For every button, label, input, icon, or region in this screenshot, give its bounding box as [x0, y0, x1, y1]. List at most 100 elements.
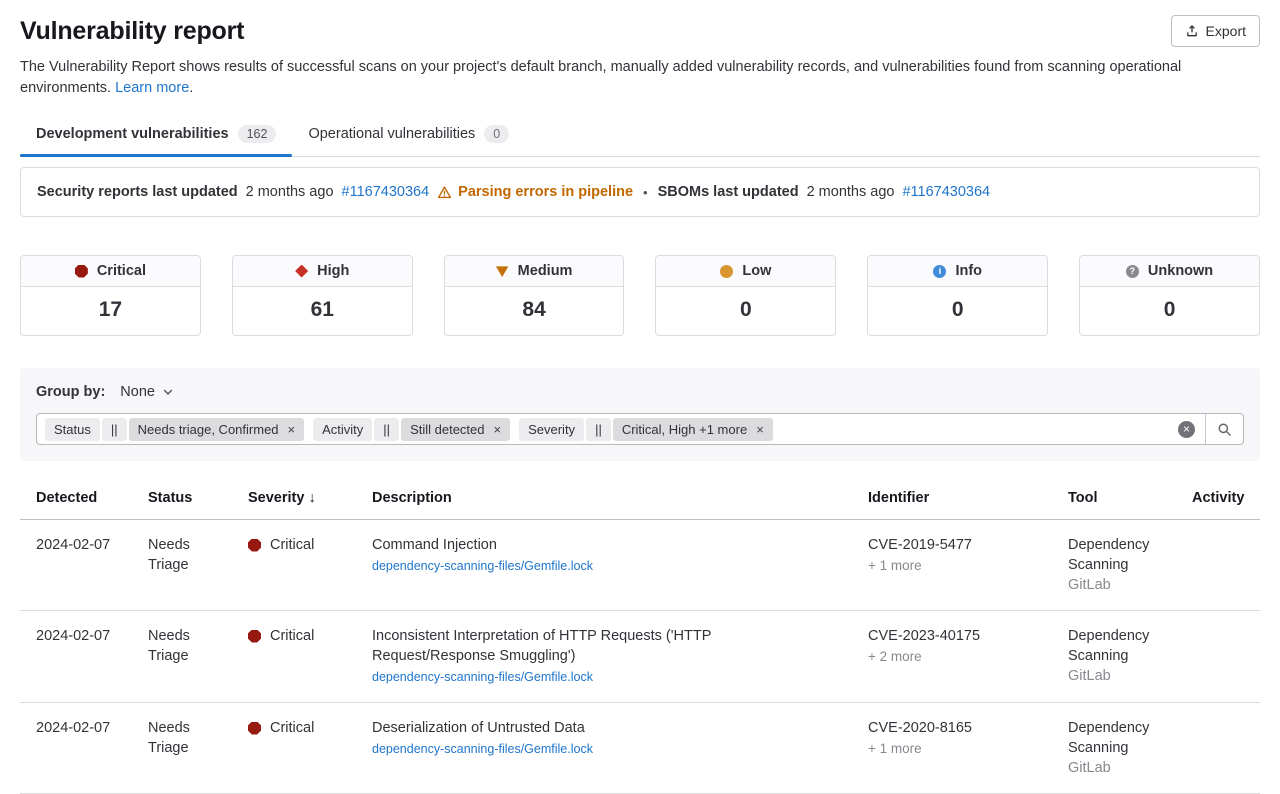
- column-header-detected[interactable]: Detected: [20, 477, 132, 520]
- tab-label: Operational vulnerabilities: [308, 126, 475, 142]
- warning-icon: [437, 185, 452, 200]
- table-header-row: Detected Status Severity↓ Description Id…: [20, 477, 1260, 520]
- tab-label: Development vulnerabilities: [36, 126, 229, 142]
- page-description: The Vulnerability Report shows results o…: [20, 57, 1250, 99]
- token-remove-icon[interactable]: ×: [288, 423, 296, 436]
- detected-cell: 2024-02-07: [20, 703, 132, 794]
- description-cell: Command Injection dependency-scanning-fi…: [356, 520, 852, 611]
- tab-bar: Development vulnerabilities 162 Operatio…: [20, 112, 1260, 157]
- vulnerability-title[interactable]: Deserialization of Untrusted Data: [372, 720, 585, 736]
- status-cell: Needs Triage: [132, 520, 232, 611]
- severity-card-label: Low: [742, 263, 771, 279]
- token-remove-icon[interactable]: ×: [494, 423, 502, 436]
- bullet-separator: •: [641, 185, 650, 200]
- vulnerability-title[interactable]: Inconsistent Interpretation of HTTP Requ…: [372, 628, 711, 664]
- token-remove-icon[interactable]: ×: [756, 423, 764, 436]
- identifier-cell: CVE-2019-5477 + 1 more: [852, 520, 1052, 611]
- severity-card-value: 0: [868, 287, 1047, 335]
- learn-more-link[interactable]: Learn more: [115, 80, 189, 96]
- identifier-more: + 1 more: [868, 739, 1036, 759]
- tab-development-vulnerabilities[interactable]: Development vulnerabilities 162: [20, 112, 292, 156]
- filter-token-severity[interactable]: Severity || Critical, High +1 more ×: [519, 418, 773, 441]
- severity-card-info: Info 0: [867, 255, 1048, 336]
- sort-descending-icon: ↓: [308, 490, 315, 506]
- tool-name: Dependency Scanning: [1068, 535, 1160, 575]
- severity-card-value: 61: [233, 287, 412, 335]
- page-header: Vulnerability report Export: [20, 0, 1260, 47]
- export-button[interactable]: Export: [1171, 15, 1260, 47]
- severity-card-value: 17: [21, 287, 200, 335]
- token-name: Severity: [519, 418, 584, 441]
- token-value: Still detected: [410, 422, 484, 437]
- status-cell: Needs Triage: [132, 611, 232, 703]
- table-row[interactable]: 2024-02-07 Needs Triage Critical Deseria…: [20, 703, 1260, 794]
- identifier-more: + 1 more: [868, 556, 1036, 576]
- token-value: Needs triage, Confirmed: [138, 422, 279, 437]
- filter-token-status[interactable]: Status || Needs triage, Confirmed×: [45, 418, 304, 441]
- column-header-identifier[interactable]: Identifier: [852, 477, 1052, 520]
- location-link[interactable]: dependency-scanning-files/Gemfile.lock: [372, 556, 593, 576]
- severity-card-label: Unknown: [1148, 263, 1213, 279]
- table-row[interactable]: 2024-02-07 Needs Triage Critical Inconsi…: [20, 611, 1260, 703]
- column-header-status[interactable]: Status: [132, 477, 232, 520]
- token-value: Critical, High +1 more: [622, 422, 747, 437]
- parsing-errors-link[interactable]: Parsing errors in pipeline: [437, 184, 633, 200]
- severity-cell: Critical: [232, 520, 356, 611]
- severity-high-icon: [295, 265, 308, 278]
- column-header-description[interactable]: Description: [356, 477, 852, 520]
- export-button-label: Export: [1206, 23, 1246, 39]
- severity-info-icon: [933, 265, 946, 278]
- token-operator: ||: [586, 418, 611, 441]
- token-operator: ||: [374, 418, 399, 441]
- detected-cell: 2024-02-07: [20, 611, 132, 703]
- search-button[interactable]: [1205, 414, 1243, 444]
- location-link[interactable]: dependency-scanning-files/Gemfile.lock: [372, 739, 593, 759]
- sbom-time: 2 months ago: [807, 184, 895, 200]
- severity-card-unknown: Unknown 0: [1079, 255, 1260, 336]
- severity-card-high: High 61: [232, 255, 413, 336]
- severity-low-icon: [720, 265, 733, 278]
- description-cell: Deserialization of Untrusted Data depend…: [356, 703, 852, 794]
- severity-card-label: Info: [955, 263, 982, 279]
- identifier-primary: CVE-2023-40175: [868, 626, 1036, 646]
- token-name: Activity: [313, 418, 372, 441]
- sbom-pipeline-link[interactable]: #1167430364: [902, 184, 990, 200]
- identifier-primary: CVE-2019-5477: [868, 535, 1036, 555]
- description-period: .: [189, 80, 193, 96]
- detected-cell: 2024-02-07: [20, 520, 132, 611]
- column-header-tool[interactable]: Tool: [1052, 477, 1176, 520]
- location-link[interactable]: dependency-scanning-files/Gemfile.lock: [372, 667, 593, 687]
- sbom-label: SBOMs last updated: [658, 184, 799, 200]
- tool-name: Dependency Scanning: [1068, 626, 1160, 666]
- parsing-errors-label: Parsing errors in pipeline: [458, 184, 633, 200]
- filtered-search-bar[interactable]: Status || Needs triage, Confirmed× Activ…: [36, 413, 1244, 445]
- tab-count-badge: 0: [484, 125, 509, 143]
- tab-count-badge: 162: [238, 125, 277, 143]
- severity-cell: Critical: [232, 611, 356, 703]
- severity-critical-icon: [75, 265, 88, 278]
- severity-card-value: 0: [1080, 287, 1259, 335]
- scan-status-bar: Security reports last updated 2 months a…: [20, 167, 1260, 217]
- severity-card-value: 84: [445, 287, 624, 335]
- security-pipeline-link[interactable]: #1167430364: [342, 184, 430, 200]
- column-header-activity[interactable]: Activity: [1176, 477, 1260, 520]
- severity-card-low: Low 0: [655, 255, 836, 336]
- tab-operational-vulnerabilities[interactable]: Operational vulnerabilities 0: [292, 112, 525, 156]
- column-header-severity[interactable]: Severity↓: [232, 477, 356, 520]
- vulnerability-title[interactable]: Command Injection: [372, 537, 497, 553]
- filter-token-activity[interactable]: Activity || Still detected ×: [313, 418, 510, 441]
- identifier-more: + 2 more: [868, 647, 1036, 667]
- severity-critical-icon: [248, 630, 261, 643]
- severity-card-critical: Critical 17: [20, 255, 201, 336]
- security-reports-time: 2 months ago: [246, 184, 334, 200]
- group-by-dropdown[interactable]: None: [120, 384, 174, 400]
- status-cell: Needs Triage: [132, 703, 232, 794]
- tool-cell: Dependency Scanning GitLab: [1052, 611, 1176, 703]
- table-row[interactable]: 2024-02-07 Needs Triage Critical Command…: [20, 520, 1260, 611]
- clear-filters-button[interactable]: ×: [1178, 421, 1195, 438]
- security-reports-label: Security reports last updated: [37, 184, 238, 200]
- severity-card-medium: Medium 84: [444, 255, 625, 336]
- tool-vendor: GitLab: [1068, 758, 1160, 778]
- export-icon: [1185, 24, 1199, 38]
- activity-cell: [1176, 520, 1260, 611]
